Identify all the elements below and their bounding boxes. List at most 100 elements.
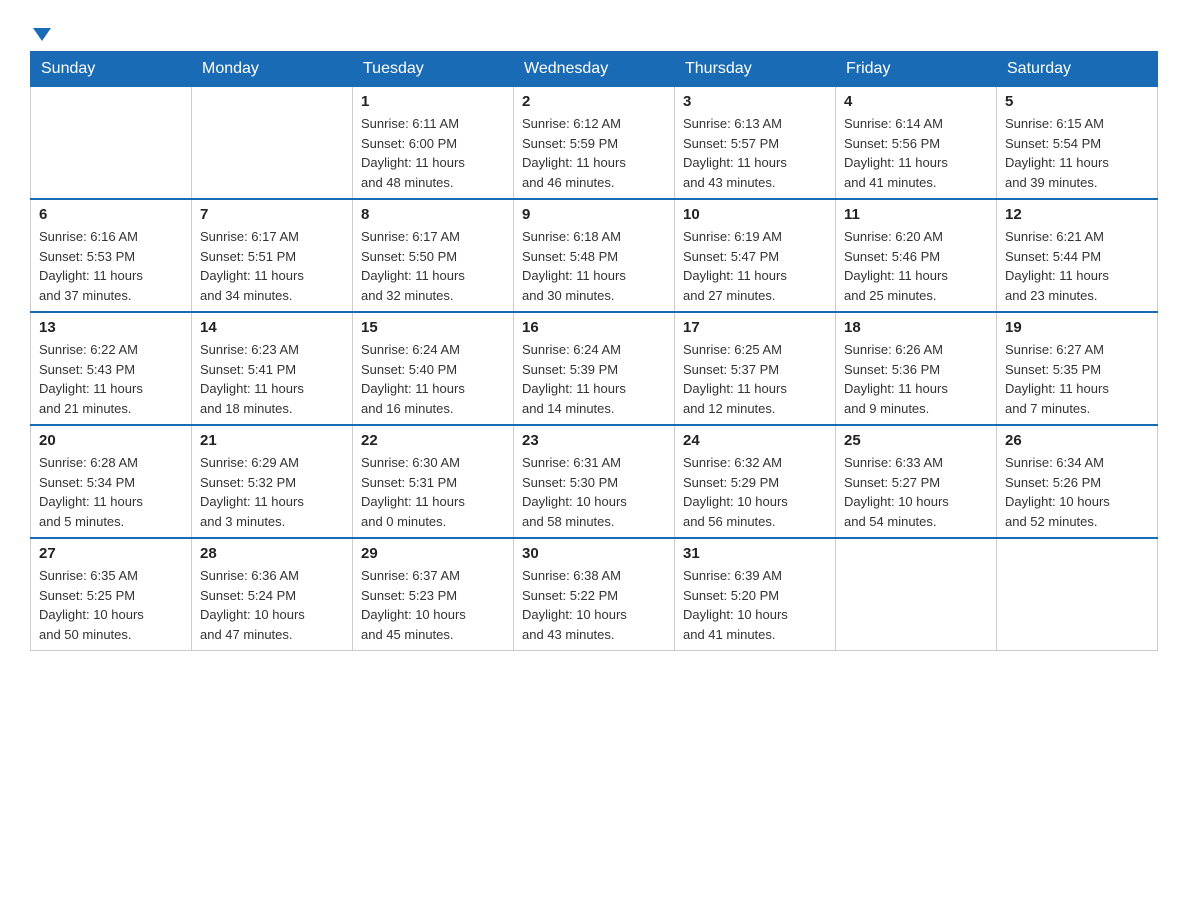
- calendar-cell: [192, 87, 353, 200]
- calendar-cell: 14 Sunrise: 6:23 AMSunset: 5:41 PMDayligh…: [192, 312, 353, 425]
- calendar-week-row: 20 Sunrise: 6:28 AMSunset: 5:34 PMDayligh…: [31, 425, 1158, 538]
- calendar-cell: 20 Sunrise: 6:28 AMSunset: 5:34 PMDayligh…: [31, 425, 192, 538]
- calendar-cell: [31, 87, 192, 200]
- calendar-cell: 28 Sunrise: 6:36 AMSunset: 5:24 PMDayligh…: [192, 538, 353, 651]
- page-header: [30, 20, 1158, 41]
- day-info: Sunrise: 6:33 AMSunset: 5:27 PMDaylight:…: [844, 453, 988, 531]
- calendar-cell: 5 Sunrise: 6:15 AMSunset: 5:54 PMDaylight…: [997, 87, 1158, 200]
- logo-triangle-icon: [33, 28, 51, 41]
- calendar-cell: [997, 538, 1158, 651]
- day-info: Sunrise: 6:18 AMSunset: 5:48 PMDaylight:…: [522, 227, 666, 305]
- day-number: 25: [844, 432, 988, 449]
- calendar-cell: 7 Sunrise: 6:17 AMSunset: 5:51 PMDaylight…: [192, 199, 353, 312]
- calendar-header-row: SundayMondayTuesdayWednesdayThursdayFrid…: [31, 52, 1158, 87]
- calendar-cell: 13 Sunrise: 6:22 AMSunset: 5:43 PMDayligh…: [31, 312, 192, 425]
- day-number: 18: [844, 319, 988, 336]
- day-number: 7: [200, 206, 344, 223]
- day-info: Sunrise: 6:32 AMSunset: 5:29 PMDaylight:…: [683, 453, 827, 531]
- calendar-cell: 30 Sunrise: 6:38 AMSunset: 5:22 PMDayligh…: [514, 538, 675, 651]
- day-info: Sunrise: 6:23 AMSunset: 5:41 PMDaylight:…: [200, 340, 344, 418]
- calendar-cell: 11 Sunrise: 6:20 AMSunset: 5:46 PMDayligh…: [836, 199, 997, 312]
- day-info: Sunrise: 6:17 AMSunset: 5:51 PMDaylight:…: [200, 227, 344, 305]
- day-info: Sunrise: 6:14 AMSunset: 5:56 PMDaylight:…: [844, 114, 988, 192]
- calendar-cell: 23Sunrise: 6:31 AMSunset: 5:30 PMDayligh…: [514, 425, 675, 538]
- day-info: Sunrise: 6:24 AMSunset: 5:40 PMDaylight:…: [361, 340, 505, 418]
- day-info: Sunrise: 6:11 AMSunset: 6:00 PMDaylight:…: [361, 114, 505, 192]
- weekday-header-saturday: Saturday: [997, 52, 1158, 87]
- day-number: 8: [361, 206, 505, 223]
- day-info: Sunrise: 6:29 AMSunset: 5:32 PMDaylight:…: [200, 453, 344, 531]
- weekday-header-sunday: Sunday: [31, 52, 192, 87]
- day-info: Sunrise: 6:20 AMSunset: 5:46 PMDaylight:…: [844, 227, 988, 305]
- day-number: 10: [683, 206, 827, 223]
- weekday-header-friday: Friday: [836, 52, 997, 87]
- day-number: 12: [1005, 206, 1149, 223]
- day-number: 19: [1005, 319, 1149, 336]
- calendar-week-row: 13 Sunrise: 6:22 AMSunset: 5:43 PMDayligh…: [31, 312, 1158, 425]
- calendar-cell: 6Sunrise: 6:16 AMSunset: 5:53 PMDaylight…: [31, 199, 192, 312]
- calendar-table: SundayMondayTuesdayWednesdayThursdayFrid…: [30, 51, 1158, 651]
- day-info: Sunrise: 6:34 AMSunset: 5:26 PMDaylight:…: [1005, 453, 1149, 531]
- day-info: Sunrise: 6:27 AMSunset: 5:35 PMDaylight:…: [1005, 340, 1149, 418]
- calendar-cell: 4 Sunrise: 6:14 AMSunset: 5:56 PMDaylight…: [836, 87, 997, 200]
- day-number: 11: [844, 206, 988, 223]
- day-number: 23: [522, 432, 666, 449]
- day-number: 27: [39, 545, 183, 562]
- day-number: 1: [361, 93, 505, 110]
- day-info: Sunrise: 6:36 AMSunset: 5:24 PMDaylight:…: [200, 566, 344, 644]
- calendar-cell: 9 Sunrise: 6:18 AMSunset: 5:48 PMDaylight…: [514, 199, 675, 312]
- day-info: Sunrise: 6:35 AMSunset: 5:25 PMDaylight:…: [39, 566, 183, 644]
- day-info: Sunrise: 6:25 AMSunset: 5:37 PMDaylight:…: [683, 340, 827, 418]
- day-number: 31: [683, 545, 827, 562]
- calendar-week-row: 1 Sunrise: 6:11 AMSunset: 6:00 PMDaylight…: [31, 87, 1158, 200]
- day-info: Sunrise: 6:19 AMSunset: 5:47 PMDaylight:…: [683, 227, 827, 305]
- calendar-cell: 24 Sunrise: 6:32 AMSunset: 5:29 PMDayligh…: [675, 425, 836, 538]
- calendar-cell: [836, 538, 997, 651]
- day-info: Sunrise: 6:13 AMSunset: 5:57 PMDaylight:…: [683, 114, 827, 192]
- calendar-cell: 27 Sunrise: 6:35 AMSunset: 5:25 PMDayligh…: [31, 538, 192, 651]
- day-number: 29: [361, 545, 505, 562]
- day-info: Sunrise: 6:12 AMSunset: 5:59 PMDaylight:…: [522, 114, 666, 192]
- day-number: 2: [522, 93, 666, 110]
- day-info: Sunrise: 6:26 AMSunset: 5:36 PMDaylight:…: [844, 340, 988, 418]
- day-info: Sunrise: 6:38 AMSunset: 5:22 PMDaylight:…: [522, 566, 666, 644]
- calendar-cell: 26Sunrise: 6:34 AMSunset: 5:26 PMDayligh…: [997, 425, 1158, 538]
- day-number: 5: [1005, 93, 1149, 110]
- day-info: Sunrise: 6:39 AMSunset: 5:20 PMDaylight:…: [683, 566, 827, 644]
- day-info: Sunrise: 6:17 AMSunset: 5:50 PMDaylight:…: [361, 227, 505, 305]
- day-number: 13: [39, 319, 183, 336]
- calendar-cell: 29 Sunrise: 6:37 AMSunset: 5:23 PMDayligh…: [353, 538, 514, 651]
- day-number: 30: [522, 545, 666, 562]
- day-number: 4: [844, 93, 988, 110]
- day-info: Sunrise: 6:22 AMSunset: 5:43 PMDaylight:…: [39, 340, 183, 418]
- calendar-cell: 16 Sunrise: 6:24 AMSunset: 5:39 PMDayligh…: [514, 312, 675, 425]
- calendar-cell: 18 Sunrise: 6:26 AMSunset: 5:36 PMDayligh…: [836, 312, 997, 425]
- day-info: Sunrise: 6:30 AMSunset: 5:31 PMDaylight:…: [361, 453, 505, 531]
- calendar-cell: 2 Sunrise: 6:12 AMSunset: 5:59 PMDaylight…: [514, 87, 675, 200]
- calendar-cell: 15Sunrise: 6:24 AMSunset: 5:40 PMDayligh…: [353, 312, 514, 425]
- day-info: Sunrise: 6:24 AMSunset: 5:39 PMDaylight:…: [522, 340, 666, 418]
- calendar-cell: 17 Sunrise: 6:25 AMSunset: 5:37 PMDayligh…: [675, 312, 836, 425]
- weekday-header-thursday: Thursday: [675, 52, 836, 87]
- day-number: 14: [200, 319, 344, 336]
- day-number: 24: [683, 432, 827, 449]
- day-info: Sunrise: 6:37 AMSunset: 5:23 PMDaylight:…: [361, 566, 505, 644]
- calendar-cell: 3Sunrise: 6:13 AMSunset: 5:57 PMDaylight…: [675, 87, 836, 200]
- calendar-cell: 19 Sunrise: 6:27 AMSunset: 5:35 PMDayligh…: [997, 312, 1158, 425]
- calendar-cell: 21Sunrise: 6:29 AMSunset: 5:32 PMDayligh…: [192, 425, 353, 538]
- calendar-cell: 1 Sunrise: 6:11 AMSunset: 6:00 PMDaylight…: [353, 87, 514, 200]
- calendar-cell: 25 Sunrise: 6:33 AMSunset: 5:27 PMDayligh…: [836, 425, 997, 538]
- day-number: 16: [522, 319, 666, 336]
- weekday-header-monday: Monday: [192, 52, 353, 87]
- day-number: 17: [683, 319, 827, 336]
- calendar-cell: 8 Sunrise: 6:17 AMSunset: 5:50 PMDaylight…: [353, 199, 514, 312]
- day-number: 28: [200, 545, 344, 562]
- calendar-cell: 12Sunrise: 6:21 AMSunset: 5:44 PMDayligh…: [997, 199, 1158, 312]
- logo: [30, 20, 51, 41]
- calendar-week-row: 27 Sunrise: 6:35 AMSunset: 5:25 PMDayligh…: [31, 538, 1158, 651]
- day-info: Sunrise: 6:15 AMSunset: 5:54 PMDaylight:…: [1005, 114, 1149, 192]
- day-number: 9: [522, 206, 666, 223]
- day-info: Sunrise: 6:28 AMSunset: 5:34 PMDaylight:…: [39, 453, 183, 531]
- day-number: 22: [361, 432, 505, 449]
- day-number: 20: [39, 432, 183, 449]
